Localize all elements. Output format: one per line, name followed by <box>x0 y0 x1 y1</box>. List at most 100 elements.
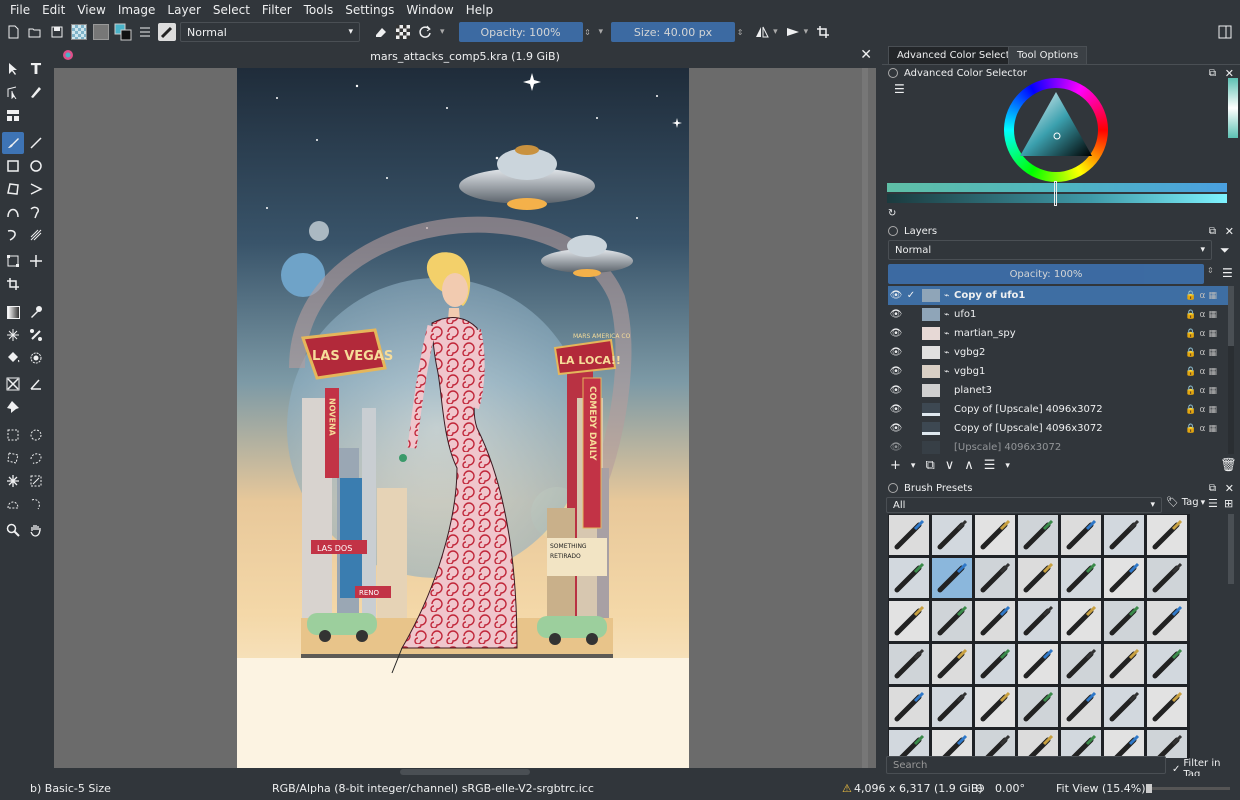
menu-view[interactable]: View <box>71 0 111 20</box>
close-panel-icon[interactable]: ✕ <box>1225 225 1234 238</box>
layer-row[interactable]: 👁 ⌁ vgbg1 🔒α▦ <box>888 362 1228 381</box>
edit-shapes-icon[interactable] <box>2 81 24 103</box>
visibility-eye-icon[interactable]: 👁 <box>888 347 904 358</box>
brush-preset-thumbnail[interactable] <box>974 514 1016 556</box>
magnetic-select-icon[interactable] <box>25 493 47 515</box>
mirror-vertical-icon[interactable] <box>782 21 804 43</box>
layer-row[interactable]: 👁 ⌁ martian_spy 🔒α▦ <box>888 324 1228 343</box>
layer-lock-alpha-icons[interactable]: 🔒α▦ <box>1185 291 1220 301</box>
brush-preset-thumbnail[interactable] <box>1103 514 1145 556</box>
bezier-select-icon[interactable] <box>2 493 24 515</box>
brush-preset-thumbnail[interactable] <box>931 729 973 758</box>
horizontal-scroll-thumb[interactable] <box>400 769 530 775</box>
reload-preset-icon[interactable] <box>414 21 436 43</box>
angle-tool-icon[interactable] <box>25 373 47 395</box>
blend-mode-select[interactable]: Normal ▾ <box>180 22 360 42</box>
gradient-tool-icon[interactable] <box>2 301 24 323</box>
layer-lock-alpha-icons[interactable]: 🔒α▦ <box>1185 405 1220 415</box>
brush-preset-icon[interactable] <box>156 21 178 43</box>
pan-tool-icon[interactable] <box>25 519 47 541</box>
horizontal-scrollbar[interactable] <box>54 768 876 776</box>
layers-scroll-thumb[interactable] <box>1228 286 1234 346</box>
multibrush-icon[interactable] <box>25 224 47 246</box>
line-tool-icon[interactable] <box>25 132 47 154</box>
close-document-icon[interactable]: ✕ <box>860 47 872 63</box>
menu-filter[interactable]: Filter <box>256 0 298 20</box>
save-document-icon[interactable] <box>46 21 68 43</box>
enclose-fill-icon[interactable] <box>25 347 47 369</box>
brush-preset-thumbnail[interactable] <box>974 686 1016 728</box>
select-shapes-icon[interactable] <box>2 58 24 80</box>
layer-filter-icon[interactable]: ⏷ <box>1220 243 1230 258</box>
layer-row[interactable]: 👁 [Upscale] 4096x3072 <box>888 438 1228 456</box>
layer-blend-select[interactable]: Normal ▾ <box>888 240 1212 260</box>
opacity-slider[interactable]: Opacity: 100% <box>458 22 583 42</box>
brush-preset-thumbnail[interactable] <box>1103 686 1145 728</box>
hue-slider[interactable] <box>887 183 1227 192</box>
brush-preset-thumbnail[interactable] <box>974 729 1016 758</box>
current-brush-status[interactable]: b) Basic-5 Size <box>30 776 111 800</box>
brush-preset-thumbnail[interactable] <box>931 514 973 556</box>
reference-tool-icon[interactable] <box>2 396 24 418</box>
brush-preset-thumbnail[interactable] <box>1060 600 1102 642</box>
add-layer-icon[interactable]: + <box>890 458 901 473</box>
contiguous-select-icon[interactable] <box>2 470 24 492</box>
layer-checkbox[interactable]: ✓ <box>904 290 918 301</box>
calligraphy-icon[interactable] <box>25 81 47 103</box>
brush-preset-thumbnail[interactable] <box>1146 729 1188 758</box>
chevron-down-icon[interactable]: ▾ <box>911 461 916 471</box>
brush-tag-filter-select[interactable]: All ▾ <box>886 497 1162 513</box>
brush-preset-thumbnail[interactable] <box>931 643 973 685</box>
brush-preset-thumbnail[interactable] <box>1060 729 1102 758</box>
freehand-select-icon[interactable] <box>25 447 47 469</box>
menu-image[interactable]: Image <box>112 0 162 20</box>
fill-pattern-swatch[interactable] <box>90 21 112 43</box>
brush-search-input[interactable]: Search <box>886 756 1166 774</box>
zoom-level-status[interactable]: Fit View (15.4%) <box>1056 776 1146 800</box>
move-tool-icon[interactable] <box>25 250 47 272</box>
brush-save-icon[interactable]: ⊞ <box>1224 497 1233 510</box>
freehand-brush-icon[interactable] <box>2 132 24 154</box>
brush-preset-thumbnail[interactable] <box>1103 729 1145 758</box>
visibility-eye-icon[interactable]: 👁 <box>888 328 904 339</box>
dock-toggle-icon[interactable] <box>1214 21 1236 43</box>
bezier-tool-icon[interactable] <box>2 201 24 223</box>
polyline-tool-icon[interactable] <box>25 178 47 200</box>
brush-preset-thumbnail[interactable] <box>974 600 1016 642</box>
panel-lock-icon[interactable] <box>888 226 898 236</box>
chevron-down-icon[interactable]: ▾ <box>1005 461 1010 471</box>
move-layer-up-icon[interactable]: ∧ <box>964 458 974 473</box>
spin-arrows-icon[interactable]: ⇕ <box>1207 266 1214 275</box>
polygon-tool-icon[interactable] <box>2 178 24 200</box>
size-slider[interactable]: Size: 40.00 px <box>611 22 736 42</box>
brush-preset-thumbnail[interactable] <box>1146 514 1188 556</box>
document-tab[interactable]: mars_attacks_comp5.kra (1.9 GiB) ✕ <box>54 44 876 68</box>
layer-list[interactable]: 👁 ✓ ⌁ Copy of ufo1 🔒α▦ 👁 ⌁ ufo1 🔒α▦ 👁 ⌁ <box>882 286 1234 456</box>
visibility-eye-icon[interactable]: 👁 <box>888 423 904 434</box>
preserve-alpha-icon[interactable] <box>392 21 414 43</box>
panel-lock-icon[interactable] <box>888 68 898 78</box>
brush-preset-thumbnail[interactable] <box>1060 643 1102 685</box>
brush-preset-thumbnail[interactable] <box>1060 686 1102 728</box>
dynamic-brush-icon[interactable] <box>2 224 24 246</box>
wrap-around-icon[interactable] <box>812 21 834 43</box>
polygon-select-icon[interactable] <box>2 447 24 469</box>
brush-preset-thumbnail[interactable] <box>888 729 930 758</box>
brush-preset-thumbnail[interactable] <box>1103 600 1145 642</box>
menu-file[interactable]: File <box>4 0 36 20</box>
brush-preset-thumbnail[interactable] <box>1103 557 1145 599</box>
menu-tools[interactable]: Tools <box>298 0 340 20</box>
vertical-scrollbar[interactable] <box>862 68 868 768</box>
panel-lock-icon[interactable] <box>888 483 898 493</box>
layer-lock-alpha-icons[interactable]: 🔒α▦ <box>1185 310 1220 320</box>
brush-preset-thumbnail[interactable] <box>888 643 930 685</box>
visibility-eye-icon[interactable]: 👁 <box>888 404 904 415</box>
brush-preset-thumbnail[interactable] <box>974 557 1016 599</box>
image-size-status[interactable]: 4,096 x 6,317 (1.9 GiB) <box>854 776 983 800</box>
menu-layer[interactable]: Layer <box>161 0 206 20</box>
brush-scrollbar[interactable] <box>1228 514 1234 584</box>
layer-row[interactable]: 👁 Copy of [Upscale] 4096x3072 🔒α▦ <box>888 400 1228 419</box>
layer-row[interactable]: 👁 planet3 🔒α▦ <box>888 381 1228 400</box>
brush-preset-thumbnail[interactable] <box>931 600 973 642</box>
duplicate-layer-icon[interactable]: ⧉ <box>925 458 934 473</box>
